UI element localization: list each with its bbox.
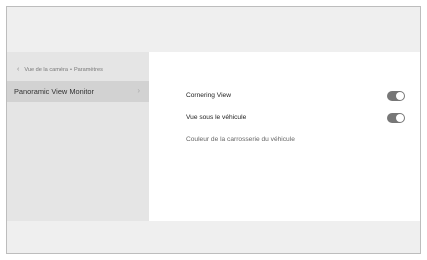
top-bar [7,7,420,52]
breadcrumb-current: Paramètres [73,66,103,73]
toggle-knob [396,114,404,122]
settings-panel: Cornering View Vue sous le véhicule Coul… [149,52,420,221]
setting-underbody-view-label: Vue sous le véhicule [186,114,247,121]
sidebar: ‹ Vue de la caméra • Paramètres Panorami… [7,52,149,221]
breadcrumb[interactable]: ‹ Vue de la caméra • Paramètres [17,66,103,73]
bottom-bar [7,221,420,253]
screen-frame: ‹ Vue de la caméra • Paramètres Panorami… [6,6,421,254]
toggle-knob [396,92,404,100]
sidebar-item-panoramic-view-monitor[interactable]: Panoramic View Monitor › [7,81,149,102]
cornering-view-toggle[interactable] [387,91,405,101]
underbody-view-toggle[interactable] [387,113,405,123]
back-chevron-icon[interactable]: ‹ [17,66,19,73]
setting-cornering-view-label: Cornering View [186,92,231,99]
breadcrumb-separator: • [69,66,72,73]
setting-vehicle-color[interactable]: Couleur de la carrosserie du véhicule [186,136,295,143]
sidebar-item-label: Panoramic View Monitor [14,87,94,96]
chevron-right-icon: › [137,86,140,95]
breadcrumb-parent[interactable]: Vue de la caméra [24,67,68,73]
